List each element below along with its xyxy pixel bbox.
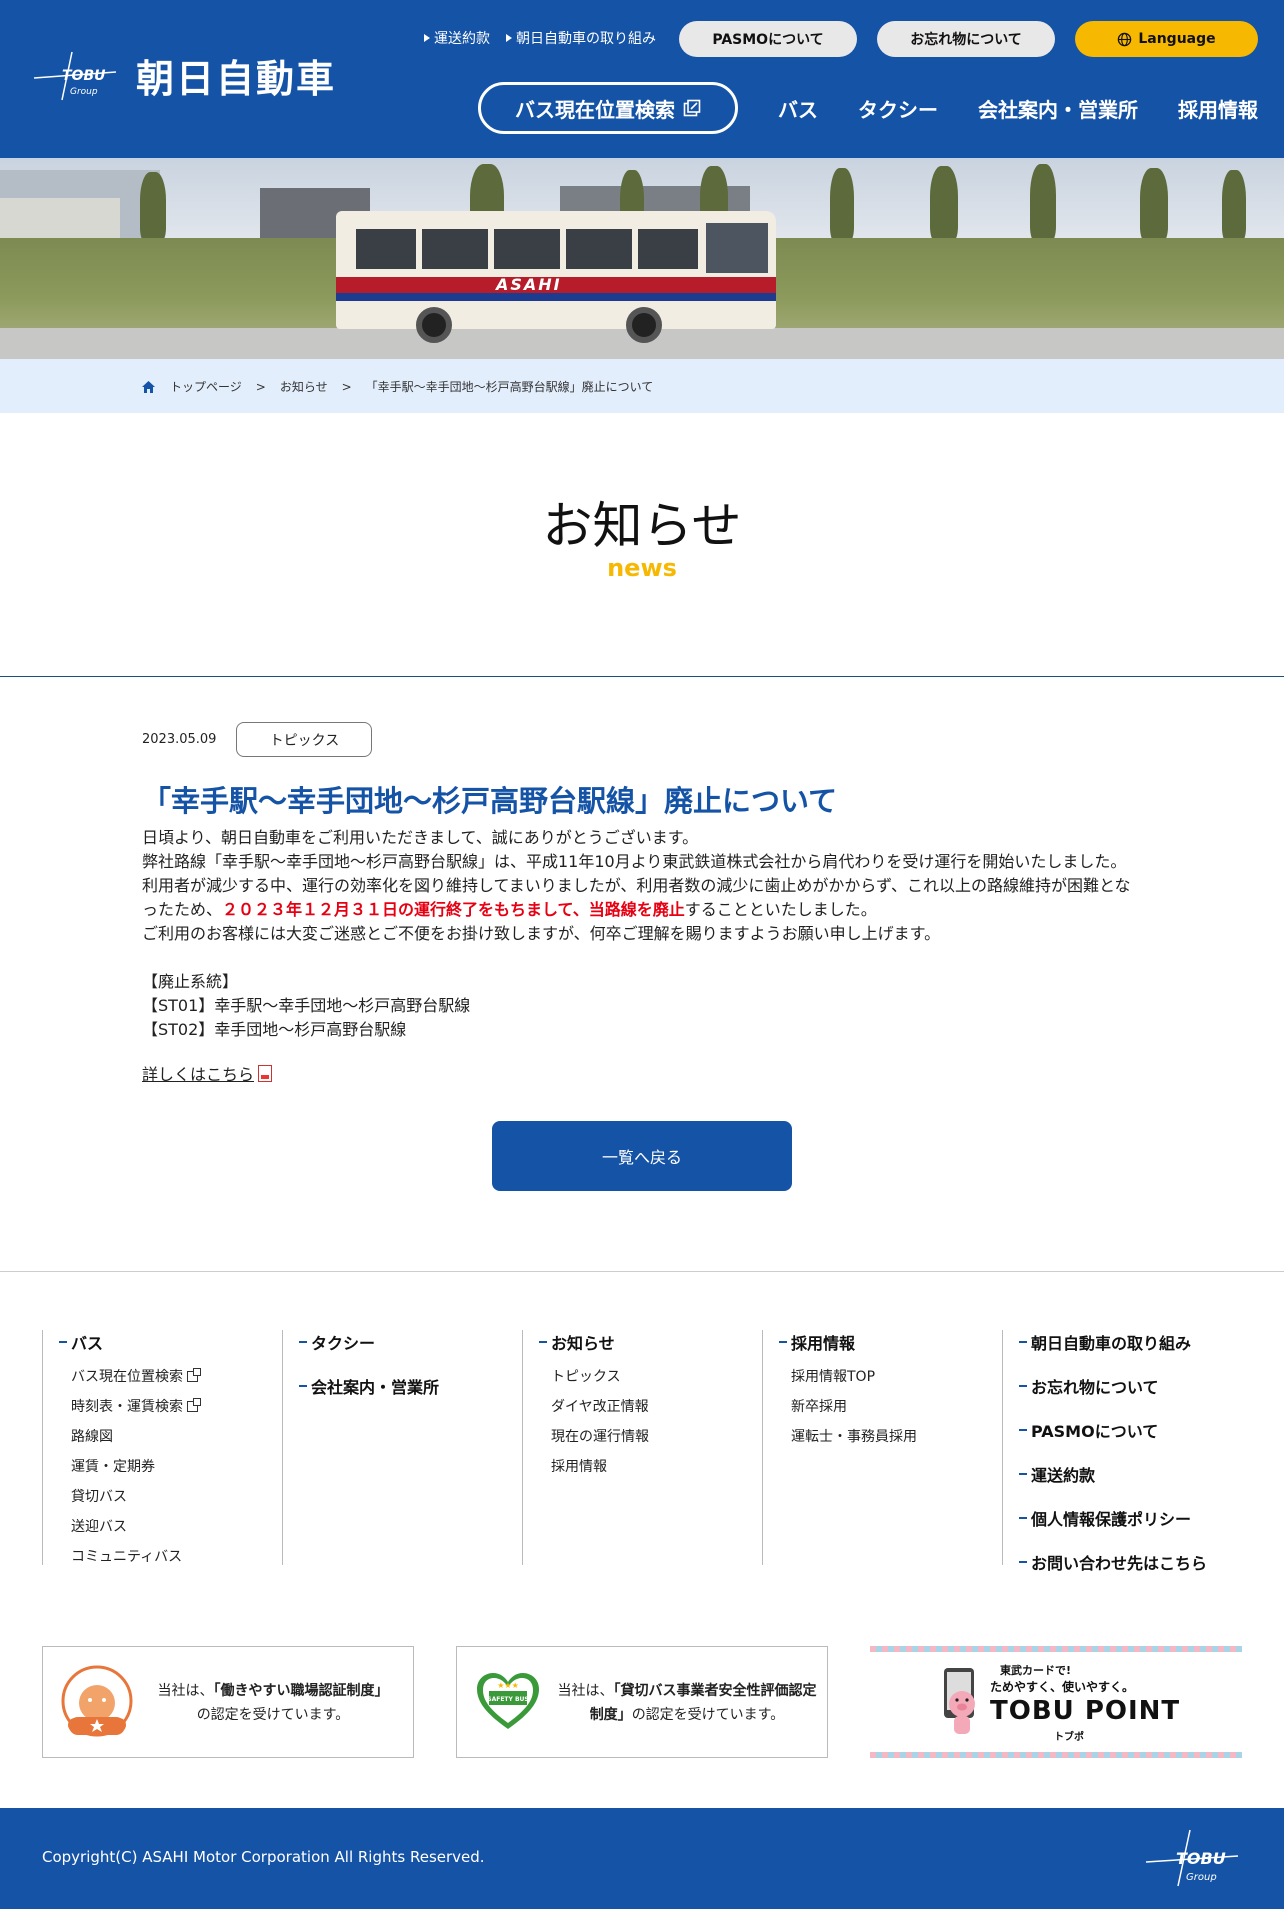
footer-col-taxi: タクシー 会社案内・営業所 [282,1330,522,1565]
external-link-icon [187,1397,201,1412]
breadcrumb-current: 「幸手駅～幸手団地～杉戸高野台駅線」廃止について [365,380,654,394]
footer-col-news: お知らせ トピックス ダイヤ改正情報 現在の運行情報 採用情報 [522,1330,762,1565]
footer-link-fares[interactable]: 運賃・定期券 [71,1456,155,1476]
footer-head-news[interactable]: お知らせ [539,1330,615,1354]
footer-link-community[interactable]: コミュニティバス [71,1546,182,1566]
footer-link-timetable-changes[interactable]: ダイヤ改正情報 [551,1396,649,1416]
tobu-point-kana: トブポ [1054,1732,1084,1743]
footer-link-pasmo[interactable]: PASMOについて [1019,1418,1158,1442]
footer-link-terms[interactable]: 運送約款 [1019,1462,1095,1486]
bus-location-search-button[interactable]: バス現在位置検索 [478,82,738,134]
language-button[interactable]: Language [1075,21,1258,57]
footer-link-service-status[interactable]: 現在の運行情報 [551,1426,649,1446]
svg-text:Group: Group [1186,1872,1217,1883]
footer-head-company[interactable]: 会社案内・営業所 [299,1374,439,1398]
triangle-icon [424,34,430,42]
svg-text:★★★: ★★★ [497,1681,519,1690]
copyright: Copyright(C) ASAHI Motor Corporation All… [42,1848,485,1866]
tobu-point-title: TOBU POINT [990,1696,1181,1726]
nav-bus[interactable]: バス [778,94,818,123]
pdf-icon [258,1064,273,1082]
tobu-group-logo: TOBU Group [32,50,118,102]
back-to-list-button[interactable]: 一覧へ戻る [492,1121,792,1191]
footer-link-initiatives[interactable]: 朝日自動車の取り組み [1019,1330,1191,1354]
tobu-point-catch: ためやすく、使いやすく。 [990,1680,1135,1694]
details-link[interactable]: 詳しくはこちら [142,1061,273,1085]
footer-link-timetable[interactable]: 時刻表・運賃検索 [71,1396,201,1416]
site-logo[interactable]: TOBU Group 朝日自動車 [32,48,336,103]
highlight-text: ２０２３年１２月３１日の運行終了をもちまして、当路線を廃止 [222,900,685,919]
bus-illustration: ASAHI [336,211,776,343]
pig-mascot-icon [944,1668,975,1734]
list-item: 【ST01】幸手駅～幸手団地～杉戸高野台駅線 [142,996,471,1015]
external-link-icon [187,1367,201,1382]
article-title: 「幸手駅～幸手団地～杉戸高野台駅線」廃止について [142,784,838,818]
tobu-group-footer-logo[interactable]: TOBU Group [1142,1826,1242,1890]
banner-safety-bus[interactable]: SAFETY BUS ★★★ 当社は、「貸切バス事業者安全性評価認定制度」の認定… [456,1646,828,1758]
footer-col-recruit: 採用情報 採用情報TOP 新卒採用 運転士・事務員採用 [762,1330,1002,1565]
footer-link-shuttle[interactable]: 送迎バス [71,1516,127,1536]
divider [0,676,1284,677]
footer-link-bus-search[interactable]: バス現在位置検索 [71,1366,201,1386]
category-badge[interactable]: トピックス [236,722,373,757]
globe-icon [1118,32,1132,46]
breadcrumb-separator: > [341,379,352,394]
article-date: 2023.05.09 [142,732,217,747]
banner-workplace-certification[interactable]: 当社は、「働きやすい職場認証制度」 の認定を受けています。 [42,1646,414,1758]
footer-link-charter[interactable]: 貸切バス [71,1486,127,1506]
svg-text:Group: Group [70,87,98,97]
footer-head-recruit[interactable]: 採用情報 [779,1330,855,1354]
article-paragraph: 弊社路線「幸手駅～幸手団地～杉戸高野台駅線」は、平成11年10月より東武鉄道株式… [142,852,1131,919]
utility-links: 運送約款 朝日自動車の取り組み [424,28,656,48]
footer-col-bus: バス バス現在位置検索 時刻表・運賃検索 路線図 運賃・定期券 貸切バス 送迎バ… [42,1330,282,1565]
list-item: 【ST02】幸手団地～杉戸高野台駅線 [142,1020,407,1039]
util-link-initiatives[interactable]: 朝日自動車の取り組み [506,28,656,48]
nav-recruit[interactable]: 採用情報 [1178,94,1258,123]
svg-text:TOBU: TOBU [1176,1849,1226,1868]
list-heading: 【廃止系統】 [142,972,239,991]
logo-text: 朝日自動車 [136,57,337,101]
lost-items-button[interactable]: お忘れ物について [877,21,1055,57]
footer-link-driver-recruit[interactable]: 運転士・事務員採用 [791,1426,917,1446]
footer-link-route-map[interactable]: 路線図 [71,1426,113,1446]
breadcrumb-news[interactable]: お知らせ [280,378,328,395]
footer-link-lost-items[interactable]: お忘れ物について [1019,1374,1159,1398]
breadcrumb-separator: > [255,379,266,394]
pasmo-button[interactable]: PASMOについて [679,21,857,57]
footer-link-new-grad[interactable]: 新卒採用 [791,1396,847,1416]
site-footer: Copyright(C) ASAHI Motor Corporation All… [0,1808,1284,1909]
footer-col-others: 朝日自動車の取り組み お忘れ物について PASMOについて 運送約款 個人情報保… [1002,1330,1242,1573]
workplace-certification-badge-icon [61,1665,133,1737]
page-subtitle: news [607,554,677,582]
footer-link-privacy[interactable]: 個人情報保護ポリシー [1019,1506,1191,1530]
external-link-icon [683,99,701,117]
tobu-point-small: 東武カードで! [1000,1664,1072,1677]
nav-taxi[interactable]: タクシー [858,94,938,123]
article-paragraph: 日頃より、朝日自動車をご利用いただきまして、誠にありがとうございます。 [142,828,699,847]
article-meta: 2023.05.09 トピックス [142,722,373,757]
svg-text:SAFETY BUS: SAFETY BUS [487,1696,528,1703]
svg-text:TOBU: TOBU [62,68,106,84]
nav-company[interactable]: 会社案内・営業所 [978,94,1138,123]
site-header: TOBU Group 朝日自動車 運送約款 朝日自動車の取り組み PASMOにつ… [0,0,1284,158]
util-link-terms[interactable]: 運送約款 [424,28,490,48]
footer-link-topics[interactable]: トピックス [551,1366,621,1386]
article-body: 日頃より、朝日自動車をご利用いただきまして、誠にありがとうございます。 弊社路線… [142,826,1142,1042]
breadcrumb-home[interactable]: トップページ [170,378,242,395]
triangle-icon [506,34,512,42]
hero-image: ASAHI [0,158,1284,359]
footer-head-bus[interactable]: バス [59,1330,103,1354]
footer-link-recruit-top[interactable]: 採用情報TOP [791,1366,875,1386]
banner-tobu-point[interactable]: 東武カードで! ためやすく、使いやすく。 TOBU POINT トブポ [870,1646,1242,1758]
breadcrumb: トップページ > お知らせ > 「幸手駅～幸手団地～杉戸高野台駅線」廃止について [0,359,1284,413]
safety-bus-badge-icon: SAFETY BUS ★★★ [477,1673,539,1729]
page-title: お知らせ [542,497,742,555]
footer-link-recruit-news[interactable]: 採用情報 [551,1456,607,1476]
article-paragraph: ご利用のお客様には大変ご迷惑とご不便をお掛け致しますが、何卒ご理解を賜りますよう… [142,924,941,943]
bus-brand-label: ASAHI [496,275,562,294]
home-icon[interactable] [141,380,156,394]
footer-link-contact[interactable]: お問い合わせ先はこちら [1019,1550,1207,1574]
divider [0,1271,1284,1272]
footer-head-taxi[interactable]: タクシー [299,1330,375,1354]
